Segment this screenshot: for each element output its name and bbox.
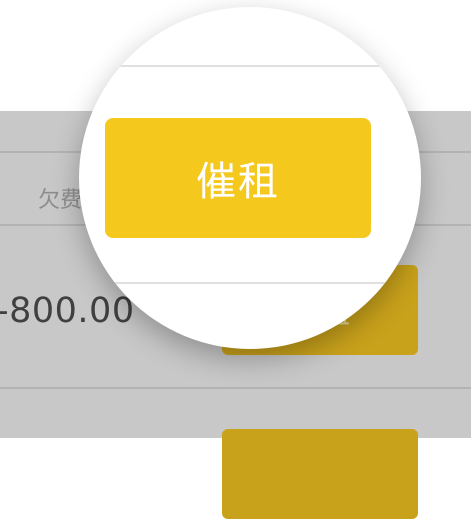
- magnifier-lens: 催租: [79, 7, 421, 349]
- owed-label: 欠费: [38, 188, 83, 213]
- divider: [79, 65, 421, 67]
- amount-value: -800.00: [0, 291, 135, 331]
- divider: [0, 387, 471, 389]
- remind-rent-button[interactable]: [222, 429, 418, 519]
- remind-rent-button-zoomed[interactable]: 催租: [105, 118, 371, 238]
- divider: [79, 282, 421, 284]
